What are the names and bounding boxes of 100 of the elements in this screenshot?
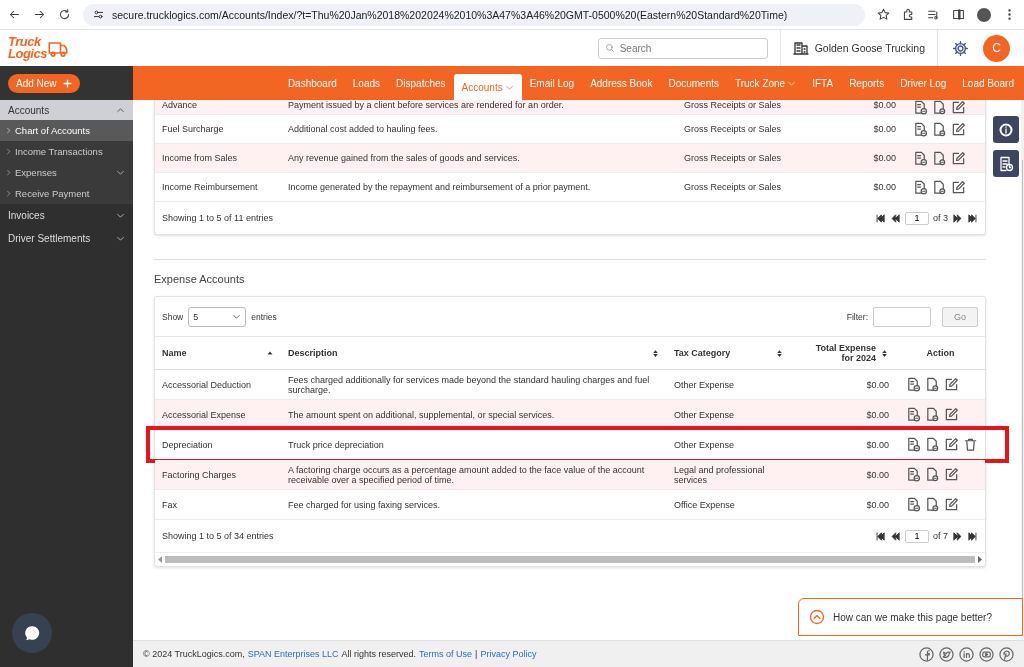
- edit-icon[interactable]: [951, 121, 966, 137]
- page-input[interactable]: 1: [905, 529, 929, 543]
- sidebar-item[interactable]: Chart of Accounts: [0, 120, 133, 141]
- document-lines-icon[interactable]: [913, 100, 928, 115]
- chat-button[interactable]: [12, 613, 52, 653]
- document-icon[interactable]: [925, 377, 940, 392]
- report-button[interactable]: [993, 150, 1019, 177]
- document-icon[interactable]: [925, 407, 940, 422]
- document-icon[interactable]: [932, 179, 947, 195]
- footer-link[interactable]: Privacy Policy: [480, 649, 537, 659]
- media-controls-icon[interactable]: [927, 8, 940, 21]
- nav-tab[interactable]: Truck Zone: [727, 70, 805, 96]
- reload-icon[interactable]: [58, 8, 71, 21]
- footer-link[interactable]: SPAN Enterprises LLC: [247, 649, 339, 659]
- edit-icon[interactable]: [944, 437, 959, 452]
- last-page-icon[interactable]: [967, 212, 978, 224]
- nav-tab[interactable]: IFTA: [804, 70, 842, 96]
- nav-tab[interactable]: Dispatches: [388, 70, 454, 96]
- logo[interactable]: Truck Logics: [8, 36, 47, 60]
- user-avatar[interactable]: C: [983, 34, 1010, 62]
- horizontal-scrollbar[interactable]: [155, 552, 985, 566]
- column-header[interactable]: Name: [155, 348, 281, 358]
- document-icon[interactable]: [932, 150, 947, 166]
- company-name[interactable]: Golden Goose Trucking: [814, 42, 925, 54]
- side-panel-icon[interactable]: [952, 8, 965, 21]
- document-lines-icon[interactable]: [906, 467, 921, 482]
- nav-tab[interactable]: Loads: [344, 70, 389, 96]
- nav-tab[interactable]: Dashboard: [279, 70, 345, 96]
- document-icon[interactable]: [925, 467, 940, 482]
- extensions-icon[interactable]: [902, 8, 915, 21]
- edit-icon[interactable]: [944, 497, 959, 512]
- next-page-icon[interactable]: [952, 530, 963, 542]
- footer-link[interactable]: Terms of Use: [419, 649, 473, 659]
- edit-icon[interactable]: [944, 407, 959, 422]
- sidebar-item[interactable]: Expenses: [0, 162, 133, 183]
- forward-icon[interactable]: [33, 8, 46, 21]
- document-lines-icon[interactable]: [913, 179, 928, 195]
- nav-tab[interactable]: Reports: [841, 70, 893, 96]
- last-page-icon[interactable]: [967, 530, 978, 542]
- scroll-left-icon[interactable]: [158, 556, 163, 563]
- trash-icon[interactable]: [963, 437, 978, 452]
- page-input[interactable]: 1: [905, 211, 929, 225]
- document-lines-icon[interactable]: [906, 407, 921, 422]
- document-lines-icon[interactable]: [906, 497, 921, 512]
- document-icon[interactable]: [932, 100, 947, 115]
- vertical-scrollbar[interactable]: [1021, 100, 1024, 640]
- next-page-icon[interactable]: [952, 212, 963, 224]
- twitter-icon[interactable]: [939, 646, 954, 662]
- first-page-icon[interactable]: [875, 530, 886, 542]
- bookmark-star-icon[interactable]: [877, 8, 890, 21]
- edit-icon[interactable]: [944, 377, 959, 392]
- nav-tab[interactable]: Documents: [660, 70, 727, 96]
- document-lines-icon[interactable]: [906, 437, 921, 452]
- edit-icon[interactable]: [951, 150, 966, 166]
- document-lines-icon[interactable]: [906, 377, 921, 392]
- column-header[interactable]: Total Expense for 2024: [791, 343, 896, 363]
- document-icon[interactable]: [925, 497, 940, 512]
- account-name: Fax: [161, 499, 178, 510]
- nav-tab[interactable]: Accounts: [453, 74, 522, 100]
- nav-tab[interactable]: Driver Log: [892, 70, 955, 96]
- linkedin-icon[interactable]: [959, 646, 974, 662]
- column-header[interactable]: Description: [281, 348, 667, 358]
- back-icon[interactable]: [8, 8, 21, 21]
- settings-icon[interactable]: [952, 39, 969, 57]
- nav-tab[interactable]: Email Log: [521, 70, 583, 96]
- nav-tab[interactable]: Load Board: [954, 70, 1022, 96]
- filter-field[interactable]: [873, 306, 931, 327]
- document-lines-icon[interactable]: [913, 150, 928, 166]
- document-icon[interactable]: [925, 437, 940, 452]
- column-header: Action: [925, 348, 956, 358]
- column-header[interactable]: Tax Category: [667, 348, 791, 358]
- sidebar-item[interactable]: Income Transactions: [0, 141, 133, 162]
- site-settings-icon[interactable]: [93, 9, 104, 20]
- page-size-select[interactable]: 5: [188, 306, 247, 327]
- nav-tab[interactable]: Address Book: [582, 70, 661, 96]
- edit-icon[interactable]: [951, 100, 966, 115]
- previous-page-icon[interactable]: [890, 212, 901, 224]
- add-new-button[interactable]: Add New: [8, 73, 80, 93]
- sidebar-section[interactable]: Accounts: [0, 100, 133, 120]
- youtube-icon[interactable]: [979, 646, 994, 662]
- feedback-prompt[interactable]: How can we make this page better?: [798, 598, 1023, 636]
- sidebar-item[interactable]: Receive Payment: [0, 183, 133, 204]
- info-gear-button[interactable]: [993, 116, 1019, 143]
- go-button[interactable]: Go: [942, 306, 978, 327]
- previous-page-icon[interactable]: [890, 530, 901, 542]
- first-page-icon[interactable]: [875, 212, 886, 224]
- profile-avatar[interactable]: [977, 7, 991, 22]
- sidebar-section[interactable]: Driver Settlements: [0, 227, 133, 250]
- edit-icon[interactable]: [944, 467, 959, 482]
- edit-icon[interactable]: [951, 179, 966, 195]
- document-icon[interactable]: [932, 121, 947, 137]
- search-icon: [604, 42, 615, 53]
- facebook-icon[interactable]: [919, 646, 934, 662]
- search-field[interactable]: Search: [597, 37, 768, 59]
- sidebar-section[interactable]: Invoices: [0, 204, 133, 227]
- address-bar[interactable]: secure.trucklogics.com/Accounts/Index/?t=Thu%20Jan%2018%202024%2010%3A47%3A46%20GMT-0500%20(Eastern%20Standard%20Time): [83, 3, 865, 26]
- document-lines-icon[interactable]: [913, 121, 928, 137]
- scroll-right-icon[interactable]: [977, 556, 982, 563]
- entries-info: Showing 1 to 5 of 34 entries: [162, 531, 274, 541]
- pinterest-icon[interactable]: [999, 646, 1014, 662]
